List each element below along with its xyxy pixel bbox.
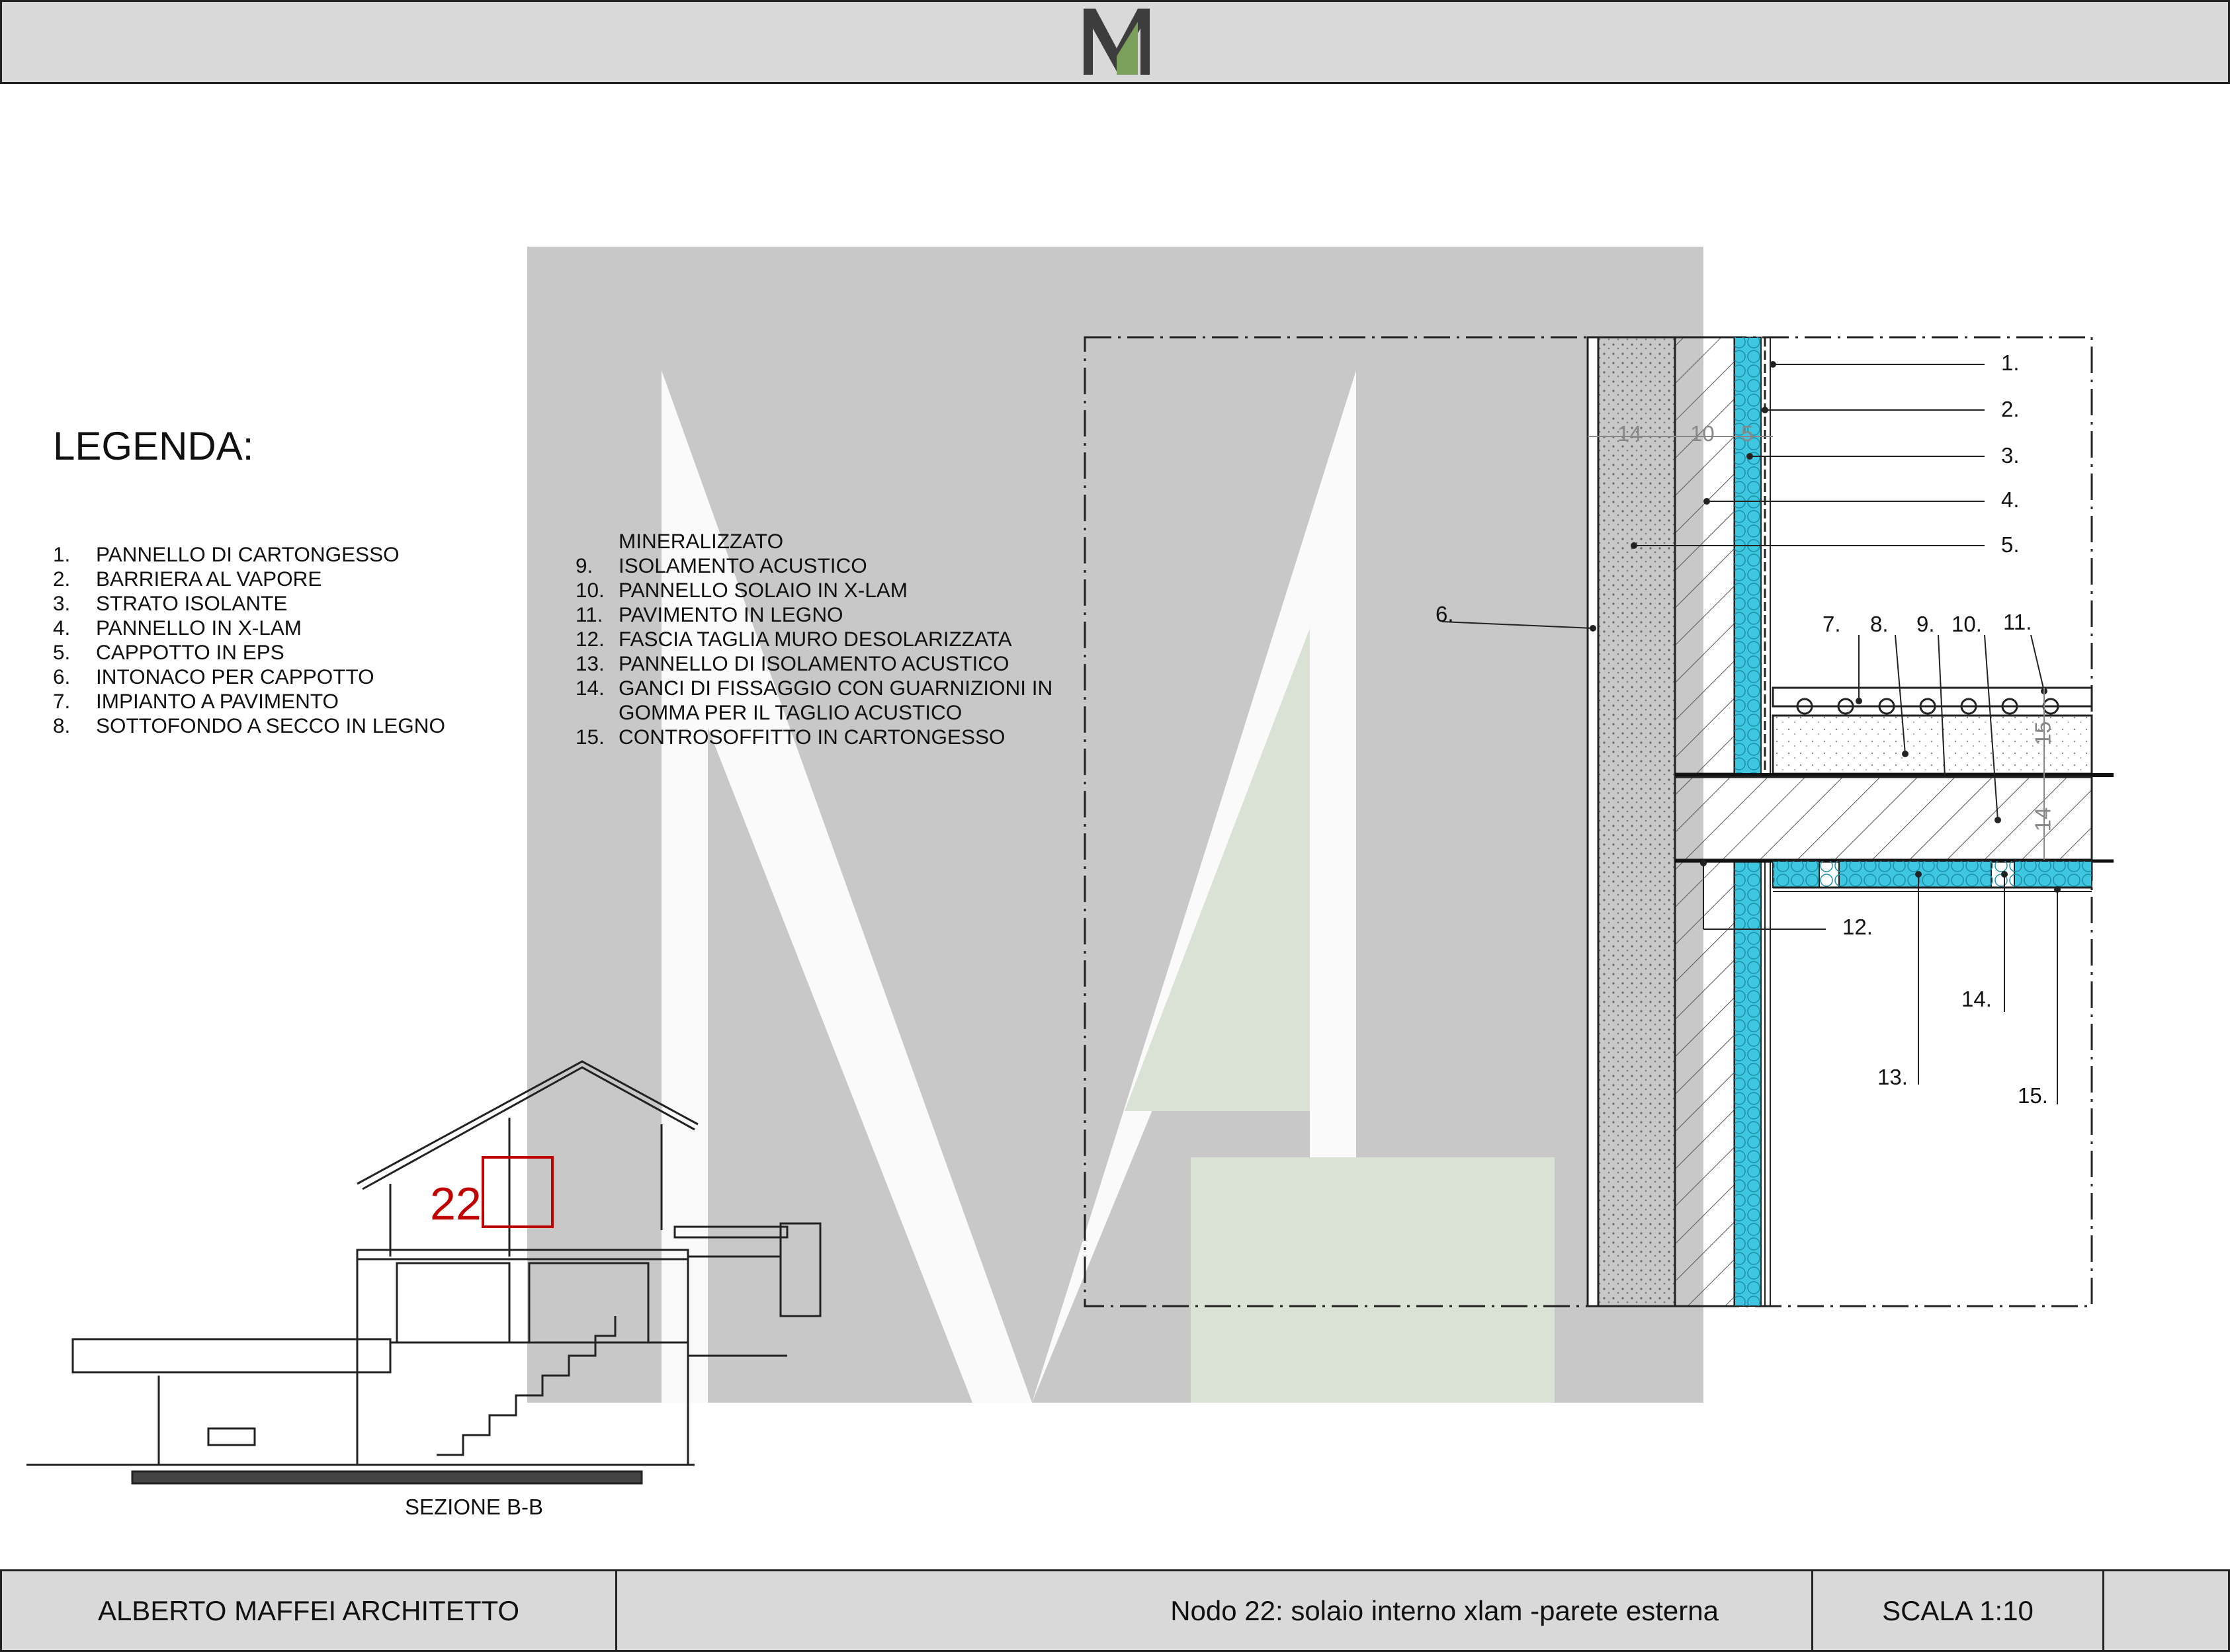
callout-2: 2.	[2001, 397, 2020, 421]
callout-10: 10.	[1951, 612, 1982, 636]
callout-15: 15.	[2018, 1083, 2048, 1108]
m-logo-icon	[1084, 9, 1150, 75]
watermark-logo	[527, 247, 1703, 1403]
callout-12: 12.	[1842, 915, 1873, 939]
callout-6: 6.	[1436, 602, 1454, 626]
drawing-sheet: LEGENDA: 1. PANNELLO DI CARTONGESSO 2. BAR…	[0, 0, 2230, 1652]
callout-4: 4.	[2001, 487, 2020, 512]
section-caption: SEZIONE B-B	[405, 1495, 544, 1519]
scale-label: SCALA 1:10	[1882, 1594, 2034, 1626]
callout-8: 8.	[1870, 612, 1889, 636]
dimension-label: 14	[1617, 421, 1642, 446]
title-bar	[0, 0, 2230, 84]
architect-cell: ALBERTO MAFFEI ARCHITETTO	[2, 1571, 617, 1650]
callout-3: 3.	[2001, 443, 2020, 468]
empty-cell	[2104, 1571, 2228, 1650]
architect-name: ALBERTO MAFFEI ARCHITETTO	[97, 1594, 520, 1626]
callout-9: 9.	[1916, 612, 1935, 636]
dimension-label: 15	[2030, 721, 2055, 746]
scale-cell: SCALA 1:10	[1813, 1571, 2104, 1650]
callout-5: 5.	[2001, 532, 2020, 557]
callout-7: 7.	[1823, 612, 1841, 636]
dimension-label: 14	[2030, 807, 2055, 832]
dimension-label: 5	[1741, 421, 1754, 446]
detail-marker-label: 22	[430, 1178, 482, 1229]
drawing-title-cell: Nodo 22: solaio interno xlam -parete est…	[617, 1571, 1813, 1650]
legend-title: LEGENDA:	[53, 424, 254, 468]
dimension-label: 10	[1690, 421, 1715, 446]
callout-1: 1.	[2001, 351, 2020, 375]
callout-11: 11.	[2003, 610, 2032, 634]
drawing-title: Nodo 22: solaio interno xlam -parete est…	[1170, 1594, 1719, 1626]
drawing-canvas	[26, 247, 2114, 1485]
callout-13: 13.	[1877, 1065, 1908, 1089]
footer-bar: ALBERTO MAFFEI ARCHITETTO Nodo 22: solai…	[0, 1569, 2230, 1652]
callout-14: 14.	[1961, 987, 1992, 1011]
